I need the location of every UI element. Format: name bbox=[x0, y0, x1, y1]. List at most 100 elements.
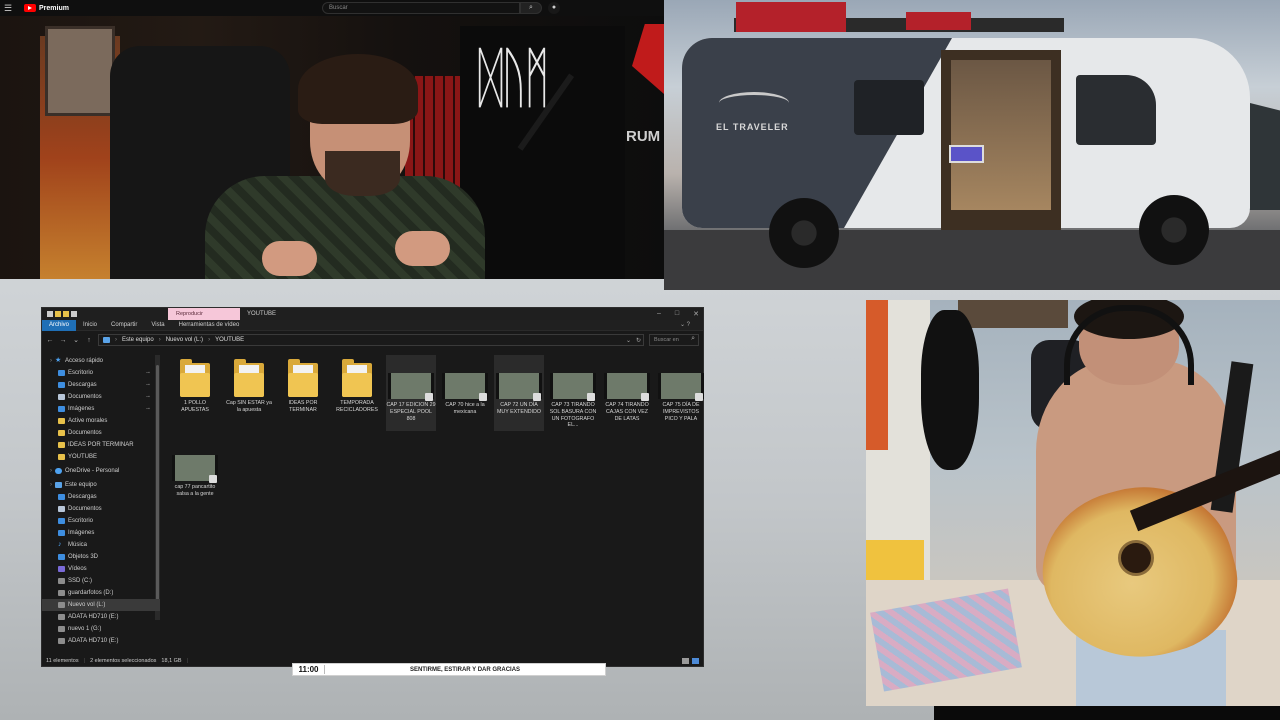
folder-icon bbox=[180, 359, 210, 397]
breadcrumb-item[interactable]: Este equipo bbox=[122, 337, 154, 343]
nav-item-label: Imágenes bbox=[68, 406, 95, 412]
video-file-item[interactable]: CAP 72 UN DÍA MUY EXTENDIDO bbox=[494, 355, 544, 431]
framed-photo bbox=[45, 26, 115, 116]
nav-item[interactable]: Descargas bbox=[42, 491, 160, 503]
quick-access-toolbar[interactable] bbox=[47, 311, 77, 317]
back-arrow-icon[interactable]: ← bbox=[46, 337, 54, 344]
video-file-item[interactable]: CAP 17 EDICION 29 ESPECIAL POOL 808 bbox=[386, 355, 436, 431]
microphone-icon[interactable]: ● bbox=[548, 2, 560, 14]
nav-item-label: Escritorio bbox=[68, 370, 94, 376]
hamburger-icon[interactable]: ☰ bbox=[0, 0, 16, 16]
video-file-item[interactable]: CAP 74 TIRANDO CAJAS CON VEZ DE LATAS bbox=[602, 355, 652, 431]
tab-archivo[interactable]: Archivo bbox=[42, 319, 77, 331]
nav-item[interactable]: ♪ Música bbox=[42, 539, 160, 551]
folder-item[interactable]: Cap SIN ESTAR ya la apuesta bbox=[224, 355, 274, 431]
nav-item[interactable]: IDEAS POR TERMINAR bbox=[42, 439, 160, 451]
minimize-icon[interactable]: – bbox=[657, 310, 661, 318]
drive-icon bbox=[58, 626, 65, 632]
youtube-search-input[interactable]: Buscar bbox=[322, 2, 520, 14]
nav-item[interactable]: Objetos 3D bbox=[42, 551, 160, 563]
nav-item[interactable]: Documentos bbox=[42, 427, 160, 439]
nav-item-label: Escritorio bbox=[68, 518, 94, 524]
tab-compartir[interactable]: Compartir bbox=[104, 320, 144, 331]
topic-time: 11:00 bbox=[293, 665, 325, 674]
nav-item[interactable]: Imágenes bbox=[42, 527, 160, 539]
address-dropdown-icon[interactable]: ⌄ bbox=[626, 337, 631, 344]
nav-item-label: IDEAS POR TERMINAR bbox=[68, 442, 134, 448]
nav-item[interactable]: Nuevo vol (L:) bbox=[42, 599, 160, 611]
nav-item[interactable]: SSD (C:) bbox=[42, 575, 160, 587]
nav-item[interactable]: ADATA HD710 (E:) bbox=[42, 635, 160, 647]
video-file-item[interactable]: cap 77 pancartito salsa a la gente bbox=[170, 437, 220, 513]
details-view-icon[interactable] bbox=[682, 658, 689, 664]
nav-item[interactable]: › OneDrive - Personal bbox=[42, 465, 160, 477]
nav-item[interactable]: › Este equipo bbox=[42, 479, 160, 491]
nav-item[interactable]: ADATA HD710 (E:) bbox=[42, 611, 160, 623]
search-icon[interactable]: ⌕ bbox=[520, 2, 542, 14]
nav-item[interactable]: Documentos ⊸ bbox=[42, 391, 160, 403]
wings-logo-icon bbox=[719, 92, 789, 114]
tab-inicio[interactable]: Inicio bbox=[76, 320, 104, 331]
selection-size: 18,1 GB bbox=[161, 658, 182, 664]
explorer-search-input[interactable]: Buscar en bbox=[649, 334, 699, 346]
nav-item[interactable]: Active morales bbox=[42, 415, 160, 427]
tab-vista[interactable]: Vista bbox=[144, 320, 171, 331]
video-file-item[interactable]: CAP 73 TIRANDO SOL BASURA CON UN FOTOGRA… bbox=[548, 355, 598, 431]
video-file-item[interactable]: CAP 75 DÍA DE IMPREVISTOS PICO Y PALA bbox=[656, 355, 706, 431]
dropdown-icon[interactable] bbox=[71, 311, 77, 317]
context-tab-reproducir[interactable]: Reproducir bbox=[168, 308, 240, 320]
chevron-down-icon[interactable]: ⌄ ? bbox=[673, 320, 697, 331]
forward-arrow-icon[interactable]: → bbox=[59, 337, 67, 344]
folder-icon[interactable] bbox=[63, 311, 69, 317]
van-control-screen bbox=[949, 145, 984, 163]
nav-item-label: Documentos bbox=[68, 506, 102, 512]
chevron-right-icon[interactable]: › bbox=[50, 358, 52, 364]
nav-item[interactable]: Escritorio bbox=[42, 515, 160, 527]
nav-item[interactable]: › ★ Acceso rápido bbox=[42, 355, 160, 367]
topic-bar: 11:00 SENTIRME, ESTIRAR Y DAR GRACIAS bbox=[292, 663, 606, 676]
breadcrumb-item[interactable]: YOUTUBE bbox=[215, 337, 244, 343]
refresh-icon[interactable]: ↻ bbox=[636, 337, 641, 344]
close-icon[interactable]: ✕ bbox=[693, 310, 699, 318]
maximize-icon[interactable]: □ bbox=[675, 310, 679, 318]
up-arrow-icon[interactable]: ↑ bbox=[85, 337, 93, 344]
file-name: IDEAS POR TERMINAR bbox=[288, 400, 318, 413]
pc-icon bbox=[55, 482, 62, 488]
nav-item[interactable]: guardarfotos (D:) bbox=[42, 587, 160, 599]
tab-herramientas-video[interactable]: Herramientas de vídeo bbox=[172, 320, 247, 331]
nav-item[interactable]: Imágenes ⊸ bbox=[42, 403, 160, 415]
nav-item[interactable]: YOUTUBE bbox=[42, 451, 160, 463]
blue-icon bbox=[58, 518, 65, 524]
nav-item[interactable]: Documentos bbox=[42, 503, 160, 515]
large-icons-view-icon[interactable] bbox=[692, 658, 699, 664]
folder-icon[interactable] bbox=[55, 311, 61, 317]
video-file-item[interactable]: CAP 70 hice a la mexicana bbox=[440, 355, 490, 431]
address-row: ← → ⌄ ↑ › Este equipo › Nuevo vol (L:) ›… bbox=[42, 331, 703, 349]
blue-icon bbox=[58, 530, 65, 536]
address-bar[interactable]: › Este equipo › Nuevo vol (L:) › YOUTUBE… bbox=[98, 334, 644, 346]
breadcrumb-item[interactable]: Nuevo vol (L:) bbox=[166, 337, 203, 343]
chevron-right-icon[interactable]: › bbox=[50, 468, 52, 474]
video-thumbnail bbox=[388, 373, 434, 401]
drive-icon bbox=[58, 602, 65, 608]
item-count: 11 elementos bbox=[46, 658, 79, 664]
band-logo: ᛞᚢᛗ bbox=[478, 38, 550, 117]
nav-item[interactable]: Escritorio ⊸ bbox=[42, 367, 160, 379]
guitar-case bbox=[921, 310, 979, 470]
roof-box bbox=[906, 12, 971, 30]
nav-item[interactable]: Vídeos bbox=[42, 563, 160, 575]
explorer-title-bar[interactable]: Reproducir YOUTUBE – □ ✕ bbox=[42, 308, 703, 320]
folder-item[interactable]: IDEAS POR TERMINAR bbox=[278, 355, 328, 431]
video-thumbnail bbox=[496, 373, 542, 401]
folder-icon bbox=[342, 359, 372, 397]
music-icon: ♪ bbox=[58, 541, 62, 548]
folder-item[interactable]: 1 POLLO APUESTAS bbox=[170, 355, 220, 431]
recent-dropdown-icon[interactable]: ⌄ bbox=[72, 336, 80, 344]
youtube-logo[interactable]: Premium bbox=[24, 4, 69, 12]
chevron-right-icon[interactable]: › bbox=[50, 482, 52, 488]
drive-icon bbox=[58, 590, 65, 596]
nav-item[interactable]: nuevo 1 (G:) bbox=[42, 623, 160, 635]
roof-box bbox=[736, 2, 846, 32]
folder-item[interactable]: TEMPORADA RECICLADORES bbox=[332, 355, 382, 431]
nav-item[interactable]: Descargas ⊸ bbox=[42, 379, 160, 391]
